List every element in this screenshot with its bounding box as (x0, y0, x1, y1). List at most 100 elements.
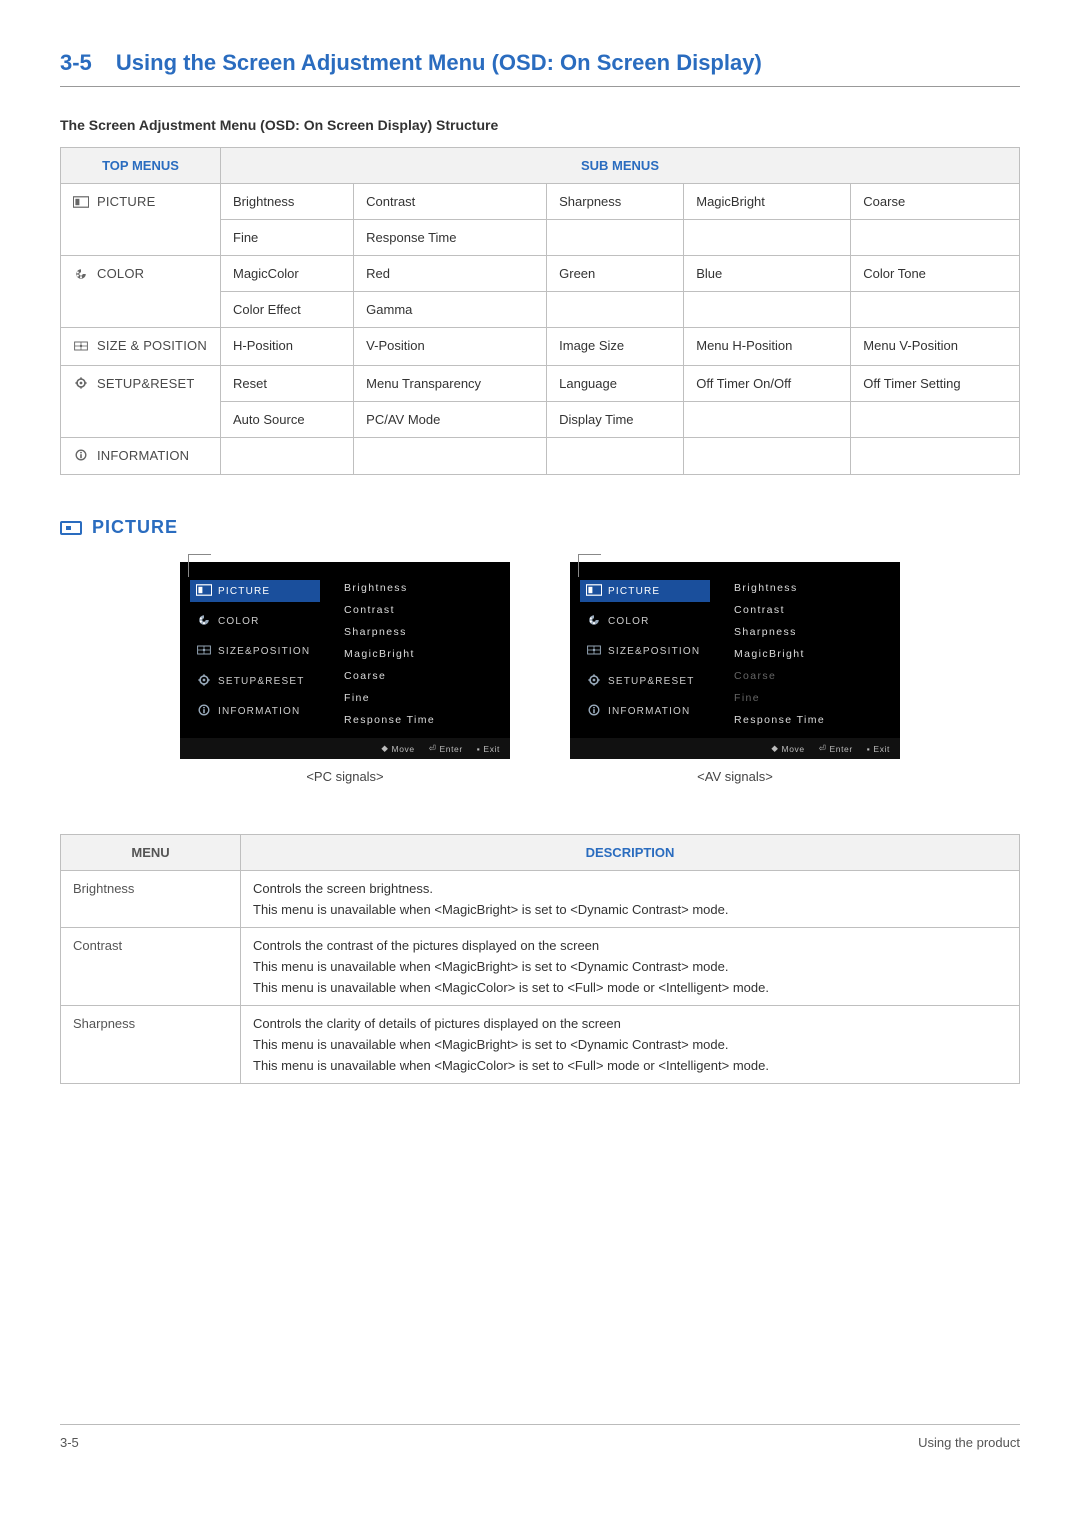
sub-menu-cell (684, 292, 851, 328)
osd-submenu-item[interactable]: Contrast (734, 602, 886, 618)
desc-text: Controls the screen brightness.This menu… (241, 871, 1020, 928)
osd-submenu-item[interactable]: Coarse (344, 668, 496, 684)
sub-menu-cell (547, 220, 684, 256)
osd-nav-item[interactable]: PICTURE (580, 580, 710, 602)
sub-menu-cell: Sharpness (547, 184, 684, 220)
osd-nav-item[interactable]: INFORMATION (190, 700, 320, 722)
osd-right-list: Brightness Contrast Sharpness MagicBright Co… (720, 580, 900, 728)
sub-menu-cell (547, 292, 684, 328)
sub-menu-cell: Menu Transparency (354, 365, 547, 401)
osd-nav-item[interactable]: COLOR (580, 610, 710, 632)
col-header-menu: MENU (61, 835, 241, 871)
osd-pc: PICTURE COLOR SIZE&POSITION SETUP&RESET INFO… (180, 562, 510, 759)
osd-submenu-item[interactable]: Sharpness (344, 624, 496, 640)
sub-menu-cell: Auto Source (221, 401, 354, 437)
sub-menu-cell: Color Effect (221, 292, 354, 328)
sub-menu-cell: Fine (221, 220, 354, 256)
osd-left-nav: PICTURE COLOR SIZE&POSITION SETUP&RESET INFO… (570, 580, 720, 728)
top-menu-cell: INFORMATION (61, 437, 221, 475)
picture-section-label: PICTURE (60, 517, 1020, 538)
menu-description-table: MENU DESCRIPTION BrightnessControls the … (60, 834, 1020, 1084)
section-title: 3-5 Using the Screen Adjustment Menu (OS… (60, 50, 1020, 87)
page-footer: 3-5 Using the product (60, 1424, 1020, 1450)
sub-menu-cell (684, 437, 851, 475)
sub-menu-cell: Blue (684, 256, 851, 292)
col-header-top-menus: TOP MENUS (61, 148, 221, 184)
osd-submenu-item[interactable]: Fine (344, 690, 496, 706)
osd-right-list: Brightness Contrast Sharpness MagicBright Co… (330, 580, 510, 728)
osd-submenu-item[interactable]: Brightness (734, 580, 886, 596)
sub-menu-cell (221, 437, 354, 475)
menu-structure-table: TOP MENUS SUB MENUS PICTUREBrightnessCon… (60, 147, 1020, 475)
desc-menu-name: Contrast (61, 928, 241, 1006)
desc-menu-name: Sharpness (61, 1006, 241, 1084)
osd-screenshot-row: PICTURE COLOR SIZE&POSITION SETUP&RESET INFO… (60, 562, 1020, 784)
top-menu-cell: COLOR (61, 256, 221, 328)
sub-menu-cell: Gamma (354, 292, 547, 328)
setup-icon (586, 674, 600, 688)
sub-menu-cell (851, 437, 1020, 475)
desc-text: Controls the contrast of the pictures di… (241, 928, 1020, 1006)
desc-menu-name: Brightness (61, 871, 241, 928)
osd-footer-move: ◆ Move (381, 743, 414, 754)
osd-submenu-item[interactable]: Contrast (344, 602, 496, 618)
osd-footer-exit: ▪ Exit (477, 744, 500, 754)
sub-menu-cell: V-Position (354, 328, 547, 366)
sub-menu-cell: Green (547, 256, 684, 292)
sub-menu-cell (684, 220, 851, 256)
osd-nav-item[interactable]: COLOR (190, 610, 320, 632)
top-menu-cell: PICTURE (61, 184, 221, 256)
sub-menu-cell: MagicBright (684, 184, 851, 220)
osd-nav-item[interactable]: INFORMATION (580, 700, 710, 722)
top-menu-cell: SETUP&RESET (61, 365, 221, 437)
osd-submenu-item[interactable]: Sharpness (734, 624, 886, 640)
osd-submenu-item: Fine (734, 690, 886, 706)
sub-menu-cell: Display Time (547, 401, 684, 437)
osd-submenu-item[interactable]: Brightness (344, 580, 496, 596)
setup-icon (196, 674, 210, 688)
osd-av: PICTURE COLOR SIZE&POSITION SETUP&RESET INFO… (570, 562, 900, 759)
sub-menu-cell (851, 292, 1020, 328)
osd-submenu-item[interactable]: MagicBright (734, 646, 886, 662)
osd-nav-item[interactable]: SETUP&RESET (190, 670, 320, 692)
osd-footer-exit: ▪ Exit (867, 744, 890, 754)
osd-submenu-item[interactable]: MagicBright (344, 646, 496, 662)
col-header-sub-menus: SUB MENUS (221, 148, 1020, 184)
osd-footer-enter: ⏎ Enter (429, 743, 463, 754)
sub-menu-cell: Menu V-Position (851, 328, 1020, 366)
osd-nav-item[interactable]: SIZE&POSITION (190, 640, 320, 662)
picture-icon (586, 584, 600, 598)
osd-caption-pc: <PC signals> (306, 769, 383, 784)
sub-menu-cell: Brightness (221, 184, 354, 220)
footer-left: 3-5 (60, 1435, 79, 1450)
size-icon (586, 644, 600, 658)
osd-nav-item[interactable]: PICTURE (190, 580, 320, 602)
info-icon (586, 704, 600, 718)
footer-right: Using the product (918, 1435, 1020, 1450)
osd-submenu-item: Coarse (734, 668, 886, 684)
sub-menu-cell: Response Time (354, 220, 547, 256)
size-icon (196, 644, 210, 658)
section-number: 3-5 (60, 50, 92, 75)
sub-menu-cell: Color Tone (851, 256, 1020, 292)
osd-submenu-item[interactable]: Response Time (344, 712, 496, 728)
sub-menu-cell: Language (547, 365, 684, 401)
osd-av-block: PICTURE COLOR SIZE&POSITION SETUP&RESET INFO… (570, 562, 900, 784)
sub-menu-cell: Off Timer On/Off (684, 365, 851, 401)
sub-menu-cell: Red (354, 256, 547, 292)
info-icon (196, 704, 210, 718)
osd-footer-enter: ⏎ Enter (819, 743, 853, 754)
sub-menu-cell: Reset (221, 365, 354, 401)
sub-menu-cell: Image Size (547, 328, 684, 366)
osd-nav-item[interactable]: SIZE&POSITION (580, 640, 710, 662)
col-header-description: DESCRIPTION (241, 835, 1020, 871)
color-icon (586, 614, 600, 628)
osd-left-nav: PICTURE COLOR SIZE&POSITION SETUP&RESET INFO… (180, 580, 330, 728)
osd-footer: ◆ Move ⏎ Enter ▪ Exit (570, 738, 900, 759)
osd-nav-item[interactable]: SETUP&RESET (580, 670, 710, 692)
color-icon (196, 614, 210, 628)
osd-footer-move: ◆ Move (771, 743, 804, 754)
sub-menu-cell: Menu H-Position (684, 328, 851, 366)
osd-submenu-item[interactable]: Response Time (734, 712, 886, 728)
sub-menu-cell (547, 437, 684, 475)
